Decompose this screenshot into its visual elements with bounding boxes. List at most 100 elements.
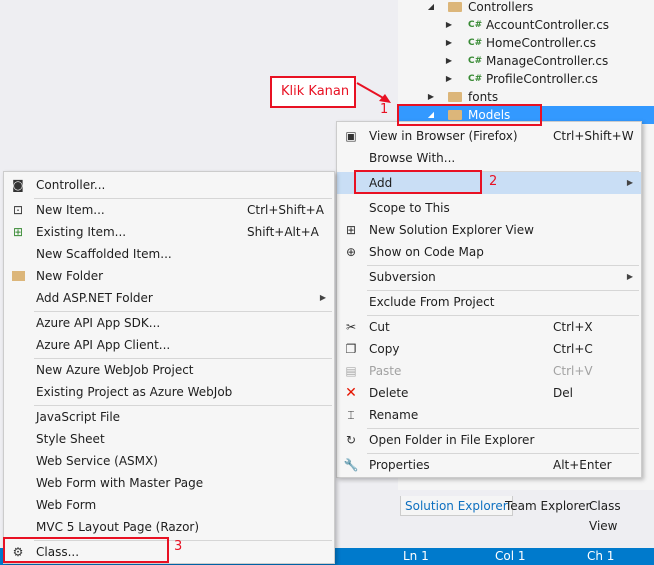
new-item-icon: ⊡: [12, 203, 24, 217]
status-column: Col 1: [495, 549, 526, 563]
expander-closed-icon[interactable]: ▶: [444, 70, 454, 88]
menu-item-cut[interactable]: ✂ Cut Ctrl+X: [337, 316, 641, 338]
status-line: Ln 1: [403, 549, 429, 563]
tree-item-label: Controllers: [468, 0, 534, 14]
tab-class-view[interactable]: Class View: [585, 496, 654, 533]
menu-item-existing-item[interactable]: ⊞ Existing Item... Shift+Alt+A: [4, 221, 334, 243]
delete-icon: ✕: [345, 385, 357, 401]
menu-item-label: Add ASP.NET Folder: [36, 291, 153, 305]
menu-item-shortcut: Del: [553, 386, 573, 400]
wrench-icon: 🔧: [343, 458, 359, 472]
new-view-icon: ⊞: [345, 223, 357, 237]
menu-item-label: New Item...: [36, 203, 105, 217]
csharp-file-icon: C#: [468, 20, 483, 30]
browser-icon: ▣: [345, 129, 357, 143]
menu-item-paste[interactable]: ▤ Paste Ctrl+V: [337, 360, 641, 382]
controller-icon: ◙: [12, 178, 24, 192]
menu-item-new-scaffolded-item[interactable]: New Scaffolded Item...: [4, 243, 334, 265]
expander-closed-icon[interactable]: ▶: [444, 16, 454, 34]
menu-item-label: Cut: [369, 320, 390, 334]
menu-item-azure-api-app-client[interactable]: Azure API App Client...: [4, 334, 334, 356]
tab-solution-explorer[interactable]: Solution Explorer: [400, 496, 513, 516]
menu-item-label: New Scaffolded Item...: [36, 247, 172, 261]
menu-item-shortcut: Ctrl+Shift+A: [247, 203, 324, 217]
menu-item-web-form-master[interactable]: Web Form with Master Page: [4, 472, 334, 494]
menu-item-label: Web Form: [36, 498, 97, 512]
menu-item-label: Delete: [369, 386, 409, 400]
menu-item-browse-with[interactable]: Browse With...: [337, 147, 641, 169]
menu-item-label: Open Folder in File Explorer: [369, 433, 535, 447]
csharp-file-icon: C#: [468, 56, 483, 66]
menu-item-label: Copy: [369, 342, 400, 356]
menu-item-shortcut: Ctrl+V: [553, 364, 593, 378]
menu-item-properties[interactable]: 🔧 Properties Alt+Enter: [337, 454, 641, 476]
csharp-file-icon: C#: [468, 74, 483, 84]
menu-item-subversion[interactable]: Subversion ▶: [337, 266, 641, 288]
cut-icon: ✂: [345, 320, 357, 334]
menu-item-new-solution-explorer-view[interactable]: ⊞ New Solution Explorer View: [337, 219, 641, 241]
menu-item-style-sheet[interactable]: Style Sheet: [4, 428, 334, 450]
tree-item-controllers[interactable]: ◢ Controllers: [398, 0, 654, 16]
menu-item-copy[interactable]: ❐ Copy Ctrl+C: [337, 338, 641, 360]
tab-team-explorer[interactable]: Team Explorer: [501, 496, 595, 516]
models-highlight-box: [397, 104, 542, 126]
menu-item-controller[interactable]: ◙ Controller...: [4, 174, 334, 196]
menu-item-show-on-code-map[interactable]: ⊕ Show on Code Map: [337, 241, 641, 263]
copy-icon: ❐: [345, 342, 357, 356]
paste-icon: ▤: [345, 364, 357, 378]
menu-item-label: Show on Code Map: [369, 245, 484, 259]
tree-item-label: ManageController.cs: [486, 54, 609, 68]
callout-box: Klik Kanan: [270, 76, 356, 108]
tree-item-profilecontroller[interactable]: ▶ C# ProfileController.cs: [398, 70, 654, 88]
menu-item-view-in-browser[interactable]: ▣ View in Browser (Firefox) Ctrl+Shift+W: [337, 125, 641, 147]
menu-item-rename[interactable]: ⌶ Rename: [337, 404, 641, 426]
callout-text: Klik Kanan: [281, 84, 350, 99]
menu-item-delete[interactable]: ✕ Delete Del: [337, 382, 641, 404]
menu-item-mvc-layout-page[interactable]: MVC 5 Layout Page (Razor): [4, 516, 334, 538]
menu-item-web-service[interactable]: Web Service (ASMX): [4, 450, 334, 472]
menu-item-shortcut: Ctrl+Shift+W: [553, 129, 634, 143]
folder-icon: [448, 2, 462, 12]
add-highlight-box: [354, 170, 482, 194]
menu-item-shortcut: Ctrl+X: [553, 320, 593, 334]
menu-item-new-azure-webjob-project[interactable]: New Azure WebJob Project: [4, 359, 334, 381]
expander-closed-icon[interactable]: ▶: [444, 52, 454, 70]
menu-item-new-item[interactable]: ⊡ New Item... Ctrl+Shift+A: [4, 199, 334, 221]
menu-item-scope-to-this[interactable]: Scope to This: [337, 197, 641, 219]
menu-item-label: Azure API App Client...: [36, 338, 171, 352]
menu-item-shortcut: Ctrl+C: [553, 342, 593, 356]
rename-icon: ⌶: [347, 408, 355, 422]
menu-item-label: Properties: [369, 458, 430, 472]
menu-item-label: Existing Item...: [36, 225, 127, 239]
menu-item-label: JavaScript File: [36, 410, 121, 424]
menu-item-label: New Folder: [36, 269, 104, 283]
tree-item-accountcontroller[interactable]: ▶ C# AccountController.cs: [398, 16, 654, 34]
tree-item-homecontroller[interactable]: ▶ C# HomeController.cs: [398, 34, 654, 52]
tree-item-label: AccountController.cs: [486, 18, 610, 32]
menu-item-exclude-from-project[interactable]: Exclude From Project: [337, 291, 641, 313]
open-folder-icon: ↻: [345, 433, 357, 447]
menu-item-add-aspnet-folder[interactable]: Add ASP.NET Folder ▶: [4, 287, 334, 309]
menu-item-azure-api-app-sdk[interactable]: Azure API App SDK...: [4, 312, 334, 334]
step-3-label: 3: [174, 539, 183, 554]
tool-window-tabs: Solution Explorer Team Explorer Class Vi…: [398, 496, 654, 533]
menu-item-label: Scope to This: [369, 201, 450, 215]
menu-item-new-folder[interactable]: New Folder: [4, 265, 334, 287]
menu-item-label: Browse With...: [369, 151, 456, 165]
menu-item-label: MVC 5 Layout Page (Razor): [36, 520, 200, 534]
tree-item-managecontroller[interactable]: ▶ C# ManageController.cs: [398, 52, 654, 70]
menu-item-label: Paste: [369, 364, 402, 378]
menu-item-label: Style Sheet: [36, 432, 105, 446]
menu-item-label: Existing Project as Azure WebJob: [36, 385, 233, 399]
menu-item-label: Web Form with Master Page: [36, 476, 204, 490]
menu-item-open-folder[interactable]: ↻ Open Folder in File Explorer: [337, 429, 641, 451]
menu-item-web-form[interactable]: Web Form: [4, 494, 334, 516]
menu-item-label: Subversion: [369, 270, 436, 284]
submenu-arrow-icon: ▶: [626, 272, 633, 281]
expander-closed-icon[interactable]: ▶: [444, 34, 454, 52]
step-2-label: 2: [489, 174, 498, 189]
expander-open-icon[interactable]: ◢: [426, 0, 436, 16]
menu-item-label: Rename: [369, 408, 419, 422]
menu-item-existing-project-as-webjob[interactable]: Existing Project as Azure WebJob: [4, 381, 334, 403]
menu-item-javascript-file[interactable]: JavaScript File: [4, 406, 334, 428]
